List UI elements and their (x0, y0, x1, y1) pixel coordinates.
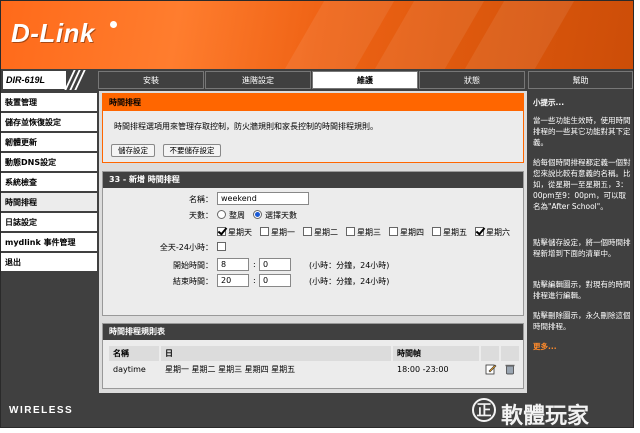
top-navigation: DIR-619L 安裝 進階設定 維護 狀態 幫助 (1, 70, 633, 90)
day-checkbox-tuesday[interactable] (303, 227, 312, 236)
select-days-label: 選擇天數 (265, 211, 297, 220)
days-label: 天數： (189, 211, 213, 220)
schedule-rules-panel: 時間排程規則表 名稱 日 時間幀 daytime 星期一 星期二 星期三 星期四… (102, 323, 524, 389)
watermark-text: 軟體玩家 (501, 404, 590, 428)
end-minute-input[interactable]: 0 (259, 274, 291, 287)
footer: WIRELESS 正 軟體玩家 (1, 393, 633, 428)
table-header-edit (481, 346, 499, 361)
hint-paragraph: 當一些功能生效時，使用時間排程的一些其它功能對其下定義。 (533, 116, 631, 147)
start-minute-input[interactable]: 0 (259, 258, 291, 271)
panel-title: 33 - 新增 時間排程 (103, 172, 523, 188)
add-schedule-panel: 33 - 新增 時間排程 名稱： weekend 天數： 整周 選擇天數 星期天… (102, 171, 524, 316)
main-content: 時間排程 時間排程選項用來管理存取控制，防火牆規則和家長控制的時間排程規則。 儲… (99, 91, 527, 393)
day-checkbox-thursday[interactable] (389, 227, 398, 236)
dont-save-button[interactable]: 不要儲存設定 (163, 144, 221, 157)
time-colon: : (253, 260, 256, 269)
all-day-label: 全天-24小時： (159, 243, 213, 252)
day-label-wednesday: 星期三 (357, 228, 381, 237)
trash-icon[interactable] (504, 363, 516, 375)
wireless-brand: WIRELESS (9, 405, 74, 416)
dlink-logo: D-Link (11, 18, 95, 48)
hint-paragraph: 點擊儲存設定，將一個時間排程新增到下面的清單中。 (533, 238, 631, 258)
logo-dot-icon (110, 21, 117, 28)
tab-setup[interactable]: 安裝 (98, 71, 204, 89)
edit-icon[interactable] (485, 363, 497, 375)
hint-paragraph: 給每個時間排程都定義一個對您來說比較有意義的名稱。比如，從星期一至星期五，3：0… (533, 158, 631, 211)
sidebar-item-firmware[interactable]: 韌體更新 (1, 133, 97, 152)
schedule-name-input[interactable]: weekend (217, 192, 309, 205)
table-header-delete (501, 346, 519, 361)
sidebar-item-system-check[interactable]: 系統檢查 (1, 173, 97, 192)
day-checkbox-friday[interactable] (432, 227, 441, 236)
watermark-mark: 正 (472, 398, 496, 422)
schedule-info-panel: 時間排程 時間排程選項用來管理存取控制，防火牆規則和家長控制的時間排程規則。 儲… (102, 93, 524, 163)
panel-title: 時間排程規則表 (103, 324, 523, 340)
sidebar-menu: 裝置管理 儲存並恢復設定 韌體更新 動態DNS設定 系統檢查 時間排程 日誌設定… (1, 91, 97, 391)
day-checkbox-monday[interactable] (260, 227, 269, 236)
sidebar-item-logout[interactable]: 退出 (1, 253, 97, 272)
time-colon: : (253, 276, 256, 285)
day-label-tuesday: 星期二 (314, 228, 338, 237)
day-label-monday: 星期一 (271, 228, 295, 237)
day-checkbox-saturday[interactable] (475, 227, 484, 236)
rule-name-cell: daytime (109, 362, 159, 377)
day-label-saturday: 星期六 (486, 228, 510, 237)
rule-days-cell: 星期一 星期二 星期三 星期四 星期五 (161, 362, 391, 377)
select-days-radio[interactable] (253, 210, 262, 219)
header-banner: D-Link (1, 1, 633, 69)
all-week-label: 整周 (229, 211, 245, 220)
day-label-friday: 星期五 (443, 228, 467, 237)
rule-time-cell: 18:00 -23:00 (393, 362, 479, 377)
sidebar-item-device-admin[interactable]: 裝置管理 (1, 93, 97, 112)
panel-title: 時間排程 (103, 94, 523, 111)
hints-panel: 小提示... 當一些功能生效時，使用時間排程的一些其它功能對其下定義。 給每個時… (528, 91, 633, 391)
save-settings-button[interactable]: 儲存設定 (111, 144, 155, 157)
day-checkbox-sunday[interactable] (217, 227, 226, 236)
day-label-thursday: 星期四 (400, 228, 424, 237)
hints-title: 小提示... (533, 98, 565, 107)
model-name: DIR-619L (3, 71, 66, 89)
sidebar-item-save-restore[interactable]: 儲存並恢復設定 (1, 113, 97, 132)
sidebar-item-ddns[interactable]: 動態DNS設定 (1, 153, 97, 172)
panel-description: 時間排程選項用來管理存取控制，防火牆規則和家長控制的時間排程規則。 (114, 122, 378, 131)
tab-advanced[interactable]: 進階設定 (205, 71, 311, 89)
hint-paragraph: 點擊編輯圖示，對現有的時間排程進行編輯。 (533, 280, 631, 300)
end-hour-input[interactable]: 20 (217, 274, 249, 287)
tab-help[interactable]: 幫助 (528, 71, 633, 89)
more-link[interactable]: 更多... (533, 341, 631, 352)
tab-maintenance[interactable]: 維護 (312, 71, 418, 89)
table-header-days: 日 (161, 346, 391, 361)
time-format-hint: (小時：分鐘，24小時) (309, 277, 390, 286)
name-label: 名稱： (189, 195, 213, 204)
all-week-radio[interactable] (217, 210, 226, 219)
end-time-label: 結束時間： (173, 277, 213, 286)
tab-status[interactable]: 狀態 (419, 71, 525, 89)
table-header-name: 名稱 (109, 346, 159, 361)
table-header-time: 時間幀 (393, 346, 479, 361)
hint-paragraph: 點擊刪除圖示，永久刪除這個時間排程。 (533, 311, 631, 331)
router-admin-window: D-Link DIR-619L 安裝 進階設定 維護 狀態 幫助 裝置管理 儲存… (0, 0, 634, 428)
start-hour-input[interactable]: 8 (217, 258, 249, 271)
sidebar-item-log-settings[interactable]: 日誌設定 (1, 213, 97, 232)
sidebar-item-mydlink[interactable]: mydlink 事件管理 (1, 233, 97, 252)
start-time-label: 開始時間： (173, 261, 213, 270)
day-checkbox-wednesday[interactable] (346, 227, 355, 236)
all-day-checkbox[interactable] (217, 242, 226, 251)
time-format-hint: (小時：分鐘，24小時) (309, 261, 390, 270)
day-label-sunday: 星期天 (228, 228, 252, 237)
sidebar-item-schedules[interactable]: 時間排程 (1, 193, 97, 212)
